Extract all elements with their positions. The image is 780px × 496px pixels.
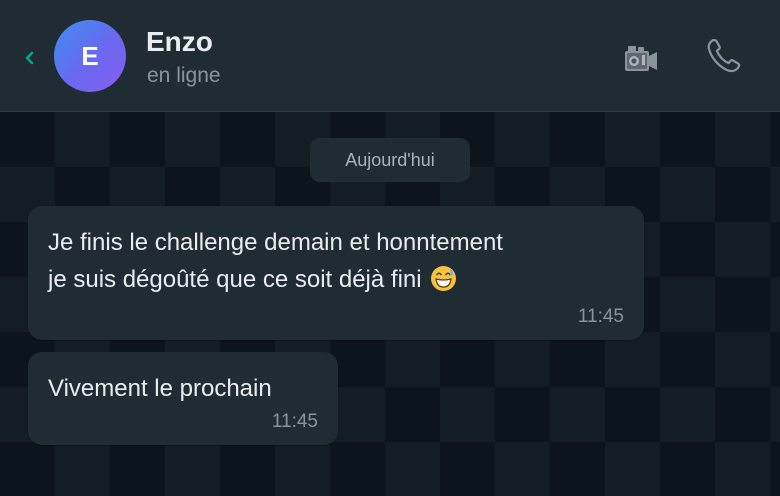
message-line: Je finis le challenge demain et honnteme… xyxy=(48,229,503,256)
chat-header: E Enzo en ligne xyxy=(0,0,780,112)
date-separator: Aujourd'hui xyxy=(310,138,470,182)
avatar-initial: E xyxy=(81,40,99,71)
message-time: 11:45 xyxy=(577,306,624,327)
contact-name[interactable]: Enzo xyxy=(146,26,213,58)
phone-icon[interactable] xyxy=(704,36,744,76)
contact-status: en ligne xyxy=(147,64,221,87)
avatar[interactable]: E xyxy=(54,20,126,92)
message-bubble[interactable]: Je finis le challenge demain et honnteme… xyxy=(28,206,644,340)
message-line: je suis dégoûté que ce soit déjà fini xyxy=(48,261,628,298)
video-camera-icon[interactable] xyxy=(622,42,660,76)
message-text: Je finis le challenge demain et honnteme… xyxy=(48,224,628,298)
message-time: 11:45 xyxy=(271,411,318,432)
back-chevron-icon[interactable] xyxy=(22,48,36,68)
message-text: Vivement le prochain xyxy=(48,375,272,402)
message-line-text: je suis dégoûté que ce soit déjà fini xyxy=(48,266,422,293)
message-bubble[interactable]: Vivement le prochain 11:45 xyxy=(28,352,338,445)
grinning-sweat-emoji-icon xyxy=(430,265,457,292)
